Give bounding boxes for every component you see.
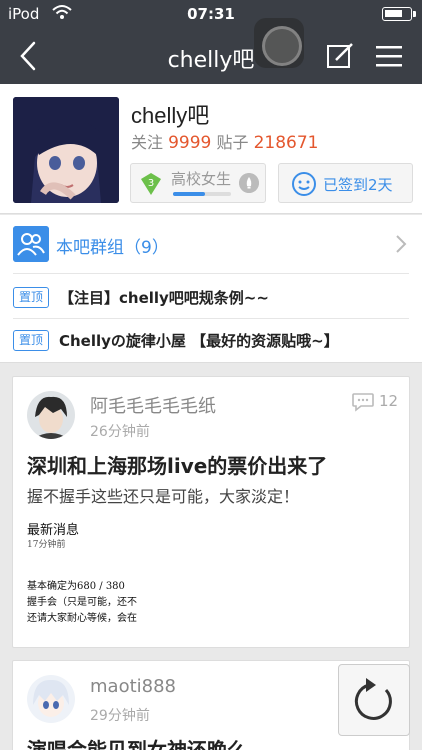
level-progress-fill <box>173 192 205 196</box>
post-author[interactable]: maoti888 <box>90 676 176 697</box>
forum-groups-row[interactable]: 本吧群组（9） <box>0 215 422 273</box>
divider <box>13 273 409 274</box>
post-image[interactable]: 最新消息 17分钟前 基本确定为680 / 380 握手会（只是可能，还不 还请… <box>27 515 163 627</box>
refresh-button[interactable] <box>338 664 410 736</box>
smile-icon <box>292 172 316 196</box>
level-shield-icon: 3 <box>141 173 161 195</box>
image-text: 握手会（只是可能，还不 <box>27 597 137 608</box>
post-author[interactable]: 阿毛毛毛毛毛纸 <box>90 392 216 418</box>
forum-stats: 关注 9999 贴子 218671 <box>131 129 318 153</box>
assistive-touch-button[interactable] <box>254 18 304 68</box>
page-title: chelly吧 <box>167 48 255 73</box>
pinned-post-title: Chellyの旋律小屋 【最好的资源贴哦~】 <box>59 332 339 350</box>
comment-count: 12 <box>379 392 399 410</box>
posts-count: 218671 <box>253 133 319 153</box>
level-title: 高校女生 <box>171 170 232 188</box>
level-number: 3 <box>148 178 154 189</box>
group-icon <box>13 226 49 262</box>
user-avatar[interactable] <box>27 675 75 723</box>
image-text: 17分钟前 <box>27 540 66 550</box>
post-time: 26分钟前 <box>90 424 150 440</box>
battery-level <box>385 10 403 17</box>
clock: 07:31 <box>187 5 235 23</box>
post-title: 演唱会能见到女神还晚么 <box>27 738 247 750</box>
nav-bar: chelly吧 <box>0 28 422 84</box>
groups-label: 本吧群组（9） <box>56 238 169 258</box>
forum-header: chelly吧 关注 9999 贴子 218671 3 高校女生 已签到2天 <box>0 84 422 214</box>
status-bar: iPod 07:31 <box>0 0 422 28</box>
chevron-right-icon <box>396 235 407 253</box>
post-excerpt: 握不握手这些还只是可能，大家淡定！ <box>27 487 300 506</box>
pinned-post[interactable]: 置顶 Chellyの旋律小屋 【最好的资源贴哦~】 <box>13 318 413 362</box>
compose-icon[interactable] <box>326 42 354 70</box>
pinned-post-title: 【注目】chelly吧吧规条例~~ <box>59 289 269 307</box>
menu-icon[interactable] <box>374 44 404 68</box>
battery-icon <box>382 7 412 21</box>
user-avatar[interactable] <box>27 391 75 439</box>
level-progress-bar <box>173 192 231 196</box>
battery-tip <box>413 11 416 17</box>
forum-avatar <box>13 97 119 203</box>
forum-name: chelly吧 <box>131 103 210 128</box>
posts-label: 贴子 <box>216 133 249 152</box>
group-section: 本吧群组（9） 置顶 【注目】chelly吧吧规条例~~ 置顶 Chellyの旋… <box>0 215 422 363</box>
image-text: 还请大家耐心等候，会在 <box>27 613 137 624</box>
refresh-icon <box>354 678 392 720</box>
checkin-label: 已签到2天 <box>323 176 393 194</box>
post-time: 29分钟前 <box>90 708 150 724</box>
follow-label: 关注 <box>131 133 164 152</box>
image-text: 最新消息 <box>27 523 80 538</box>
rocket-icon <box>239 173 259 193</box>
pinned-tag: 置顶 <box>13 287 49 308</box>
checkin-button[interactable]: 已签到2天 <box>278 163 413 203</box>
comment-icon <box>352 393 374 412</box>
image-text: 基本确定为680 / 380 <box>27 581 125 592</box>
pinned-post[interactable]: 置顶 【注目】chelly吧吧规条例~~ <box>13 275 413 319</box>
post-title: 深圳和上海那场live的票价出来了 <box>27 454 328 478</box>
post-card[interactable]: 阿毛毛毛毛毛纸 26分钟前 12 深圳和上海那场live的票价出来了 握不握手这… <box>12 376 410 648</box>
pinned-tag: 置顶 <box>13 330 49 351</box>
member-level-badge[interactable]: 3 高校女生 <box>130 163 266 203</box>
follow-count: 9999 <box>168 133 212 153</box>
